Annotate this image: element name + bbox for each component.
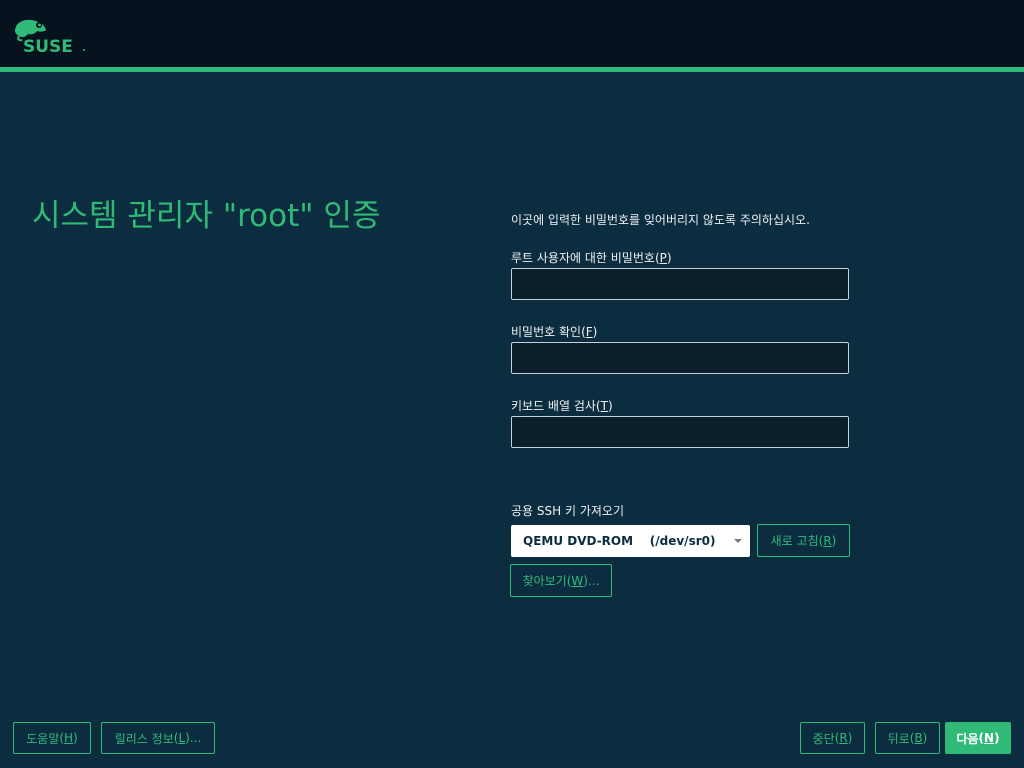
refresh-button[interactable]: 새로 고침(R)	[757, 524, 850, 557]
chevron-down-icon	[734, 539, 742, 543]
release-notes-button[interactable]: 릴리스 정보(L)...	[101, 722, 215, 754]
svg-text:SUSE: SUSE	[23, 37, 73, 55]
password-label: 루트 사용자에 대한 비밀번호(P)	[511, 251, 672, 265]
ssh-device-select[interactable]: QEMU DVD-ROM (/dev/sr0)	[511, 525, 750, 557]
ssh-device-selected-value: QEMU DVD-ROM (/dev/sr0)	[523, 534, 716, 548]
keyboard-test-label: 키보드 배열 검사(T)	[511, 399, 613, 413]
root-password-input[interactable]	[511, 268, 849, 300]
next-button[interactable]: 다음(N)	[945, 722, 1011, 754]
page-title: 시스템 관리자 "root" 인증	[32, 198, 381, 234]
confirm-password-label: 비밀번호 확인(F)	[511, 325, 598, 339]
back-button[interactable]: 뒤로(B)	[875, 722, 940, 754]
abort-button[interactable]: 중단(R)	[800, 722, 865, 754]
banner-accent-line	[0, 67, 1024, 72]
password-notice: 이곳에 입력한 비밀번호를 잊어버리지 않도록 주의하십시오.	[511, 213, 810, 227]
keyboard-test-input[interactable]	[511, 416, 849, 448]
top-banner: SUSE	[0, 0, 1024, 67]
ssh-import-label: 공용 SSH 키 가져오기	[511, 504, 624, 518]
browse-button[interactable]: 찾아보기(W)...	[510, 564, 612, 597]
confirm-password-input[interactable]	[511, 342, 849, 374]
help-button[interactable]: 도움말(H)	[13, 722, 91, 754]
suse-logo: SUSE	[15, 19, 85, 55]
